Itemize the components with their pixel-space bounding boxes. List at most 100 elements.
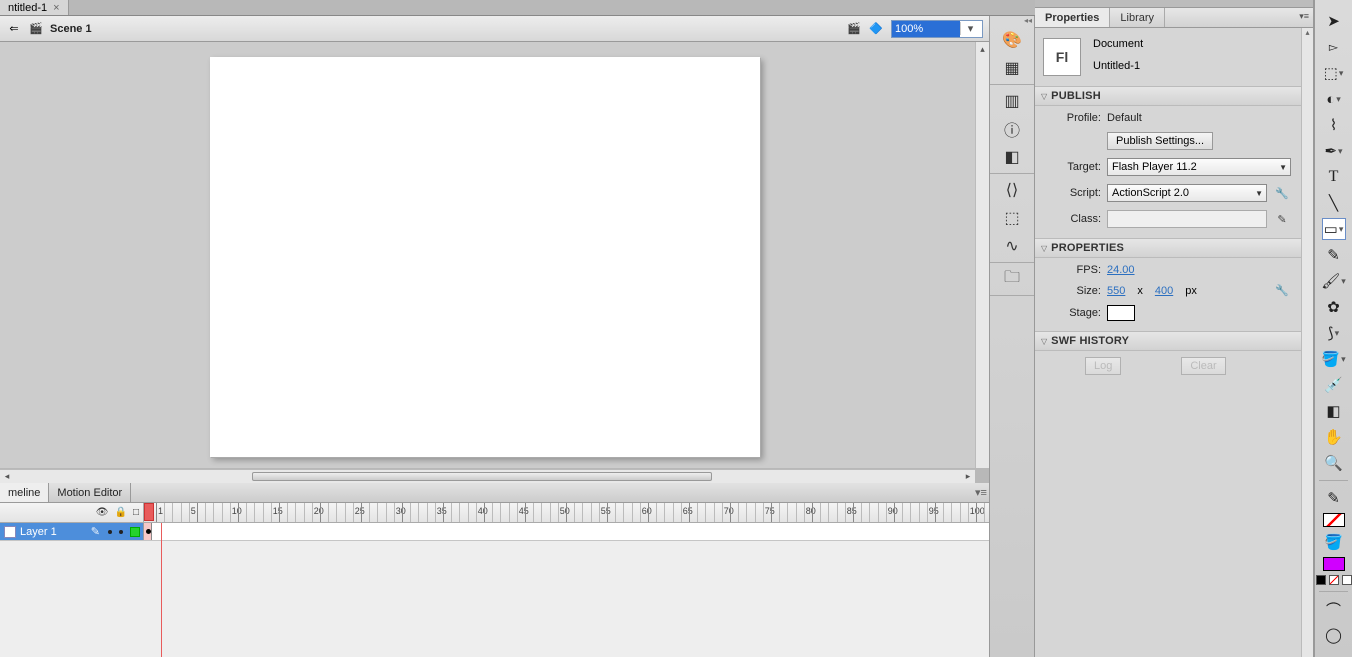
tab-motion-editor[interactable]: Motion Editor (49, 483, 131, 502)
frame-ruler[interactable]: 1510152025303540455055606570758085909510… (144, 503, 989, 522)
tools-separator (1319, 480, 1348, 481)
outline-column-icon[interactable]: □ (133, 507, 139, 518)
stage-color-swatch[interactable] (1107, 305, 1135, 321)
section-publish-header[interactable]: ▽ PUBLISH (1035, 86, 1301, 106)
pen-tool[interactable]: ✒▾ (1322, 140, 1346, 162)
brush-tool[interactable]: 🖌▾ (1322, 270, 1346, 292)
zoom-tool[interactable]: 🔍 (1322, 452, 1346, 474)
zoom-dropdown-icon[interactable]: ▾ (960, 22, 980, 35)
eyedropper-tool[interactable]: 💉 (1322, 374, 1346, 396)
strip-handle-icon[interactable]: ◂◂ (990, 16, 1034, 24)
stage-canvas[interactable] (210, 57, 760, 457)
layer-row[interactable]: Layer 1 ✎ (0, 523, 989, 541)
layer-frames[interactable] (144, 523, 989, 540)
script-settings-icon[interactable]: 🔧 (1273, 187, 1291, 200)
transform-panel-icon[interactable]: ◧ (1001, 147, 1023, 167)
hscroll-track[interactable] (14, 470, 961, 483)
swap-colors-icon[interactable] (1342, 575, 1352, 585)
3d-rotation-tool[interactable]: ◐▾ (1322, 88, 1346, 110)
publish-settings-button[interactable]: Publish Settings... (1107, 132, 1213, 150)
bw-swap-black-icon[interactable] (1316, 575, 1326, 585)
lasso-tool[interactable]: ⌇ (1322, 114, 1346, 136)
stage-vscroll[interactable]: ▴ (975, 42, 989, 468)
project-panel-icon[interactable]: 🗀 (1001, 269, 1023, 289)
stroke-color-icon[interactable]: ✎ (1322, 487, 1346, 509)
section-properties-header[interactable]: ▽ PROPERTIES (1035, 238, 1301, 258)
hscroll-left-icon[interactable]: ◂ (0, 471, 14, 482)
ruler-label: 50 (560, 506, 570, 516)
layer-lock-dot[interactable] (119, 530, 123, 534)
selection-tool[interactable]: ➤ (1322, 10, 1346, 32)
edit-symbol-icon[interactable]: 🔷 (867, 20, 885, 38)
line-tool[interactable]: ╲ (1322, 192, 1346, 214)
color-panel-icon[interactable]: 🎨 (1001, 30, 1023, 50)
size-settings-icon[interactable]: 🔧 (1273, 284, 1291, 297)
playhead[interactable] (144, 503, 154, 521)
bone-tool[interactable]: ⟆▾ (1322, 322, 1346, 344)
subselection-tool[interactable]: ▻ (1322, 36, 1346, 58)
fill-color-swatch[interactable] (1323, 557, 1345, 571)
section-properties-title: PROPERTIES (1051, 242, 1124, 254)
align-panel-icon[interactable]: ▥ (1001, 91, 1023, 111)
code-snippets-icon[interactable]: ⟨⟩ (1001, 180, 1023, 200)
swf-log-button[interactable]: Log (1085, 357, 1121, 375)
scene-clapper-icon[interactable]: 🎬 (28, 22, 44, 36)
tools-handle[interactable] (1315, 0, 1352, 8)
class-input[interactable] (1107, 210, 1267, 228)
zoom-input[interactable] (892, 21, 960, 37)
snap-option-icon[interactable]: ⌒ (1322, 598, 1346, 620)
hand-tool[interactable]: ✋ (1322, 426, 1346, 448)
object-drawing-icon[interactable]: ◯ (1322, 624, 1346, 646)
tab-library[interactable]: Library (1110, 8, 1165, 27)
layer-eye-dot[interactable] (108, 530, 112, 534)
text-tool[interactable]: T (1322, 166, 1346, 188)
script-dropdown[interactable]: ActionScript 2.0 ▼ (1107, 184, 1267, 202)
tools-separator (1319, 591, 1348, 592)
stroke-color-swatch[interactable] (1323, 513, 1345, 527)
eye-column-icon[interactable]: 👁 (96, 507, 109, 518)
target-dropdown[interactable]: Flash Player 11.2 ▼ (1107, 158, 1291, 176)
paint-bucket-tool[interactable]: 🪣▾ (1322, 348, 1346, 370)
swf-clear-button[interactable]: Clear (1181, 357, 1225, 375)
edit-scene-icon[interactable]: 🎬 (845, 20, 863, 38)
section-swf-header[interactable]: ▽ SWF HISTORY (1035, 331, 1301, 351)
frame-1[interactable] (144, 523, 152, 540)
tab-properties[interactable]: Properties (1035, 8, 1110, 27)
panel-menu-icon[interactable]: ▾≡ (1299, 11, 1309, 22)
size-height[interactable]: 400 (1155, 285, 1173, 297)
layer-name-cell[interactable]: Layer 1 ✎ (0, 523, 104, 540)
free-transform-tool[interactable]: ⬚▾ (1322, 62, 1346, 84)
fill-color-icon[interactable]: 🪣 (1322, 531, 1346, 553)
components-panel-icon[interactable]: ⬚ (1001, 208, 1023, 228)
swatches-panel-icon[interactable]: ▦ (1001, 58, 1023, 78)
document-tab[interactable]: ntitled-1 × (0, 0, 69, 15)
zoom-field[interactable]: ▾ (891, 20, 983, 38)
disclosure-triangle-icon: ▽ (1041, 337, 1047, 346)
lock-column-icon[interactable]: 🔒 (115, 507, 127, 518)
timeline-menu-icon[interactable]: ▾≡ (973, 483, 989, 502)
hscroll-right-icon[interactable]: ▸ (961, 471, 975, 482)
eraser-tool[interactable]: ◧ (1322, 400, 1346, 422)
layer-outline-swatch[interactable] (130, 527, 140, 537)
panel-drag-handle[interactable] (1035, 0, 1313, 8)
motion-presets-icon[interactable]: ∿ (1001, 236, 1023, 256)
pencil-tool[interactable]: ✎ (1322, 244, 1346, 266)
properties-vscroll[interactable]: ▴ (1301, 28, 1313, 657)
pscroll-up-icon[interactable]: ▴ (1302, 28, 1313, 40)
scene-back-icon[interactable]: ⇐ (6, 22, 22, 36)
size-width[interactable]: 550 (1107, 285, 1125, 297)
rectangle-tool[interactable]: ▭▾ (1322, 218, 1346, 240)
stage-hscroll[interactable]: ◂ ▸ (0, 469, 975, 483)
stage-pasteboard[interactable] (0, 42, 989, 468)
deco-tool[interactable]: ✿ (1322, 296, 1346, 318)
tab-timeline[interactable]: meline (0, 483, 49, 502)
info-panel-icon[interactable]: ⓘ (1001, 119, 1023, 139)
vscroll-up-icon[interactable]: ▴ (976, 42, 989, 56)
class-edit-icon[interactable]: ✎ (1273, 213, 1291, 226)
fps-value[interactable]: 24.00 (1107, 264, 1135, 276)
properties-tabs: Properties Library ▾≡ (1035, 8, 1313, 28)
close-tab-icon[interactable]: × (53, 2, 59, 14)
no-color-icon[interactable] (1329, 575, 1339, 585)
hscroll-thumb[interactable] (252, 472, 712, 481)
document-tab-title: ntitled-1 (8, 2, 47, 14)
